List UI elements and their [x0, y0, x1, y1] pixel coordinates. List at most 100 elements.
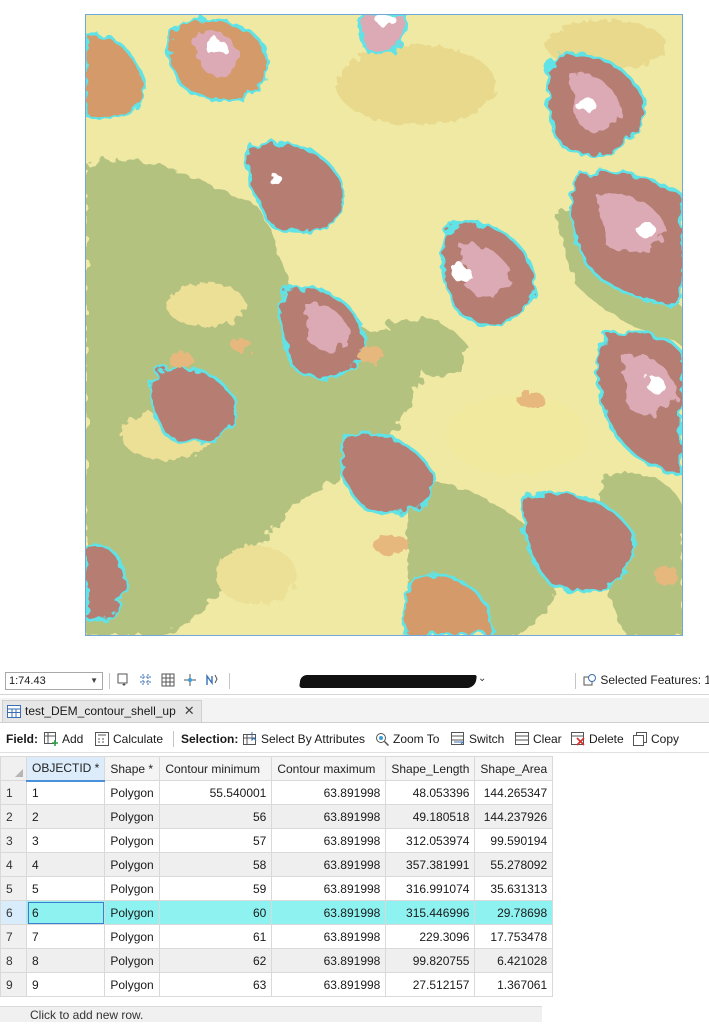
cell-shape-length[interactable]: 27.512157 — [385, 972, 476, 997]
cell-shape[interactable]: Polygon — [104, 852, 161, 877]
cell-shape-area[interactable]: 1.367061 — [474, 972, 554, 997]
grid-snap-icon[interactable] — [139, 673, 153, 687]
row-number[interactable]: 5 — [0, 876, 27, 901]
cell-shape-length[interactable]: 315.446996 — [385, 900, 476, 925]
delete-selection-button[interactable]: Delete — [571, 731, 624, 747]
cell-shape-length[interactable]: 99.820755 — [385, 948, 476, 973]
cell-contour-minimum[interactable]: 55.540001 — [159, 780, 273, 805]
dem-contour-map[interactable] — [86, 15, 682, 635]
cell-contour-maximum[interactable]: 63.891998 — [271, 804, 387, 829]
cell-objectid[interactable]: 9 — [25, 972, 106, 997]
cell-contour-maximum[interactable]: 63.891998 — [271, 780, 387, 805]
chevron-down-icon[interactable]: ⌄ — [478, 673, 486, 684]
column-header-objectid[interactable]: OBJECTID * — [25, 756, 106, 782]
cell-shape-length[interactable]: 229.3096 — [385, 924, 476, 949]
cell-shape-area[interactable]: 55.278092 — [474, 852, 554, 877]
cell-contour-maximum[interactable]: 63.891998 — [271, 876, 387, 901]
close-icon[interactable]: ✕ — [184, 703, 195, 718]
cell-shape-area[interactable]: 144.237926 — [474, 804, 554, 829]
add-new-row[interactable]: Click to add new row. — [0, 1006, 542, 1022]
cell-shape-area[interactable]: 35.631313 — [474, 876, 554, 901]
column-header-shape-area[interactable]: Shape_Area — [474, 756, 554, 781]
cell-shape[interactable]: Polygon — [104, 948, 161, 973]
chevron-down-icon[interactable]: ▼ — [90, 673, 98, 689]
cell-shape[interactable]: Polygon — [104, 972, 161, 997]
column-header-contour-maximum[interactable]: Contour maximum — [271, 756, 387, 781]
row-number[interactable]: 6 — [0, 900, 27, 925]
fixed-zoom-icon[interactable] — [117, 673, 131, 687]
snapping-crosshair-icon[interactable] — [183, 673, 197, 687]
cell-shape[interactable]: Polygon — [104, 900, 161, 925]
column-header-shape[interactable]: Shape * — [104, 756, 161, 781]
cell-contour-minimum[interactable]: 63 — [159, 972, 273, 997]
cell-contour-minimum[interactable]: 62 — [159, 948, 273, 973]
copy-selection-button[interactable]: Copy — [633, 731, 679, 747]
cell-contour-minimum[interactable]: 60 — [159, 900, 273, 925]
add-field-button[interactable]: Add — [44, 731, 83, 747]
cell-contour-maximum[interactable]: 63.891998 — [271, 828, 387, 853]
cell-shape[interactable]: Polygon — [104, 828, 161, 853]
cell-shape[interactable]: Polygon — [104, 804, 161, 829]
cell-contour-maximum[interactable]: 63.891998 — [271, 924, 387, 949]
cell-shape-length[interactable]: 357.381991 — [385, 852, 476, 877]
scale-selector[interactable]: 1:74.43 ▼ — [5, 672, 103, 690]
cell-shape-area[interactable]: 144.265347 — [474, 780, 554, 805]
row-number[interactable]: 8 — [0, 948, 27, 973]
row-number[interactable]: 1 — [0, 780, 27, 805]
table-row[interactable]: 4 4 Polygon 58 63.891998 357.381991 55.2… — [0, 852, 554, 877]
column-header-shape-length[interactable]: Shape_Length — [385, 756, 476, 781]
clear-selection-button[interactable]: Clear — [515, 731, 562, 747]
cell-contour-minimum[interactable]: 58 — [159, 852, 273, 877]
table-row[interactable]: 8 8 Polygon 62 63.891998 99.820755 6.421… — [0, 948, 554, 973]
row-number[interactable]: 3 — [0, 828, 27, 853]
cell-objectid[interactable]: 5 — [25, 876, 106, 901]
cell-objectid[interactable]: 8 — [25, 948, 106, 973]
cell-objectid[interactable]: 1 — [25, 780, 106, 805]
cell-contour-minimum[interactable]: 61 — [159, 924, 273, 949]
cell-shape[interactable]: Polygon — [104, 876, 161, 901]
cell-shape-length[interactable]: 316.991074 — [385, 876, 476, 901]
table-row[interactable]: 7 7 Polygon 61 63.891998 229.3096 17.753… — [0, 924, 554, 949]
select-by-attributes-button[interactable]: Select By Attributes — [243, 731, 365, 747]
table-row[interactable]: 2 2 Polygon 56 63.891998 49.180518 144.2… — [0, 804, 554, 829]
table-row[interactable]: 5 5 Polygon 59 63.891998 316.991074 35.6… — [0, 876, 554, 901]
refresh-map-icon[interactable] — [205, 673, 219, 687]
tab-attribute-table[interactable]: test_DEM_contour_shell_up ✕ — [2, 700, 202, 722]
row-number[interactable]: 9 — [0, 972, 27, 997]
table-grid-icon[interactable] — [161, 673, 175, 687]
cell-shape[interactable]: Polygon — [104, 780, 161, 805]
cell-contour-minimum[interactable]: 57 — [159, 828, 273, 853]
attribute-table[interactable]: OBJECTID * Shape * Contour minimum Conto… — [0, 756, 554, 997]
cell-shape[interactable]: Polygon — [104, 924, 161, 949]
table-row[interactable]: 6 6 Polygon 60 63.891998 315.446996 29.7… — [0, 900, 554, 925]
cell-objectid[interactable]: 4 — [25, 852, 106, 877]
table-row[interactable]: 3 3 Polygon 57 63.891998 312.053974 99.5… — [0, 828, 554, 853]
map-view[interactable] — [85, 14, 683, 636]
cell-shape-area[interactable]: 99.590194 — [474, 828, 554, 853]
row-number[interactable]: 4 — [0, 852, 27, 877]
cell-contour-maximum[interactable]: 63.891998 — [271, 852, 387, 877]
row-number[interactable]: 7 — [0, 924, 27, 949]
cell-shape-length[interactable]: 48.053396 — [385, 780, 476, 805]
cell-contour-maximum[interactable]: 63.891998 — [271, 972, 387, 997]
cell-objectid[interactable]: 6 — [25, 900, 106, 925]
table-row[interactable]: 9 9 Polygon 63 63.891998 27.512157 1.367… — [0, 972, 554, 997]
cell-objectid[interactable]: 2 — [25, 804, 106, 829]
row-number[interactable]: 2 — [0, 804, 27, 829]
cell-objectid[interactable]: 3 — [25, 828, 106, 853]
column-header-contour-minimum[interactable]: Contour minimum — [159, 756, 273, 781]
cell-shape-length[interactable]: 312.053974 — [385, 828, 476, 853]
cell-shape-area[interactable]: 6.421028 — [474, 948, 554, 973]
calculate-field-button[interactable]: Calculate — [95, 731, 163, 747]
cell-shape-length[interactable]: 49.180518 — [385, 804, 476, 829]
cell-shape-area[interactable]: 29.78698 — [474, 900, 554, 925]
cell-contour-maximum[interactable]: 63.891998 — [271, 900, 387, 925]
select-all-corner[interactable] — [0, 756, 27, 781]
cell-contour-minimum[interactable]: 59 — [159, 876, 273, 901]
cell-contour-maximum[interactable]: 63.891998 — [271, 948, 387, 973]
table-row[interactable]: 1 1 Polygon 55.540001 63.891998 48.05339… — [0, 780, 554, 805]
cell-shape-area[interactable]: 17.753478 — [474, 924, 554, 949]
cell-contour-minimum[interactable]: 56 — [159, 804, 273, 829]
cell-objectid[interactable]: 7 — [25, 924, 106, 949]
switch-selection-button[interactable]: Switch — [451, 731, 504, 747]
